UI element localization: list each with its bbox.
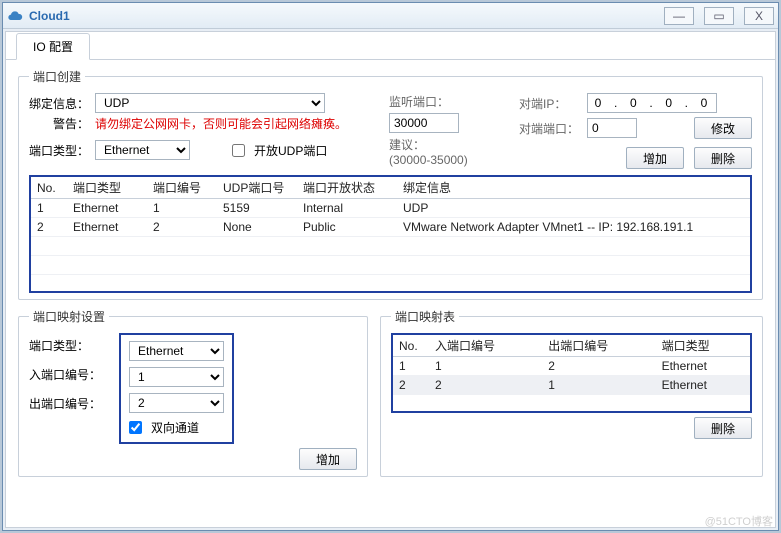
peer-ip-label: 对端IP：: [519, 95, 581, 112]
warning-text: 请勿绑定公网网卡，否则可能会引起网络瘫痪。: [95, 115, 347, 132]
peer-port-label: 对端端口：: [519, 120, 581, 137]
map-settings-group: 端口映射设置 端口类型： 入端口编号： 出端口编号： Ethernet 1 2 …: [18, 308, 368, 477]
map-settings-box: Ethernet 1 2 双向通道: [119, 333, 234, 444]
ms-in-port-select[interactable]: 1: [129, 367, 224, 387]
port-type-label: 端口类型：: [29, 142, 89, 159]
tab-io-config[interactable]: IO 配置: [16, 33, 90, 60]
app-window: Cloud1 — ▭ X IO 配置 端口创建 绑定信息： UDP: [2, 2, 779, 531]
bidir-checkbox-label[interactable]: 双向通道: [129, 419, 224, 436]
watermark: @51CTO博客: [705, 513, 773, 529]
map-delete-button[interactable]: 删除: [694, 417, 752, 439]
ms-in-port-label: 入端口编号：: [29, 366, 101, 383]
titlebar: Cloud1 — ▭ X: [3, 3, 778, 29]
table-row[interactable]: 2Ethernet2NonePublicVMware Network Adapt…: [31, 218, 750, 237]
table-row[interactable]: 1Ethernet15159InternalUDP: [31, 199, 750, 218]
listen-port-label: 监听端口：: [389, 93, 499, 110]
port-add-button[interactable]: 增加: [626, 147, 684, 169]
suggest-range: (30000-35000): [389, 153, 468, 167]
map-add-button[interactable]: 增加: [299, 448, 357, 470]
tab-strip: IO 配置: [6, 32, 775, 60]
peer-ip-input[interactable]: [587, 93, 717, 113]
bidir-checkbox[interactable]: [129, 421, 142, 434]
maximize-button[interactable]: ▭: [704, 7, 734, 25]
minimize-button[interactable]: —: [664, 7, 694, 25]
port-type-select[interactable]: Ethernet: [95, 140, 190, 160]
warning-label: 警告：: [53, 115, 89, 132]
listen-port-input[interactable]: [389, 113, 459, 133]
ms-out-port-select[interactable]: 2: [129, 393, 224, 413]
map-table-legend: 端口映射表: [391, 308, 459, 325]
port-table-header: No. 端口类型 端口编号 UDP端口号 端口开放状态 绑定信息: [31, 177, 750, 199]
port-create-legend: 端口创建: [29, 68, 85, 85]
map-table-header: No. 入端口编号 出端口编号 端口类型: [393, 335, 750, 357]
port-delete-button[interactable]: 删除: [694, 147, 752, 169]
close-button[interactable]: X: [744, 7, 774, 25]
cloud-icon: [7, 8, 23, 24]
modify-button[interactable]: 修改: [694, 117, 752, 139]
ms-port-type-select[interactable]: Ethernet: [129, 341, 224, 361]
open-udp-checkbox[interactable]: [232, 144, 245, 157]
table-row[interactable]: 221Ethernet: [393, 376, 750, 395]
bind-info-label: 绑定信息：: [29, 95, 89, 112]
bind-info-select[interactable]: UDP: [95, 93, 325, 113]
ms-out-port-label: 出端口编号：: [29, 395, 101, 412]
map-table-group: 端口映射表 No. 入端口编号 出端口编号 端口类型 112Ethernet 2…: [380, 308, 763, 477]
client-area: IO 配置 端口创建 绑定信息： UDP 警告： 请勿绑定公网网卡，否则可能会引…: [5, 31, 776, 528]
table-row[interactable]: 112Ethernet: [393, 357, 750, 376]
peer-port-input[interactable]: [587, 118, 637, 138]
open-udp-checkbox-label[interactable]: 开放UDP端口: [232, 142, 327, 159]
suggest-label: 建议：: [389, 138, 425, 152]
port-create-group: 端口创建 绑定信息： UDP 警告： 请勿绑定公网网卡，否则可能会引起网络瘫痪。…: [18, 68, 763, 300]
port-table[interactable]: No. 端口类型 端口编号 UDP端口号 端口开放状态 绑定信息 1Ethern…: [29, 175, 752, 293]
map-table[interactable]: No. 入端口编号 出端口编号 端口类型 112Ethernet 221Ethe…: [391, 333, 752, 413]
ms-port-type-label: 端口类型：: [29, 337, 101, 354]
window-title: Cloud1: [29, 9, 664, 23]
map-settings-legend: 端口映射设置: [29, 308, 109, 325]
